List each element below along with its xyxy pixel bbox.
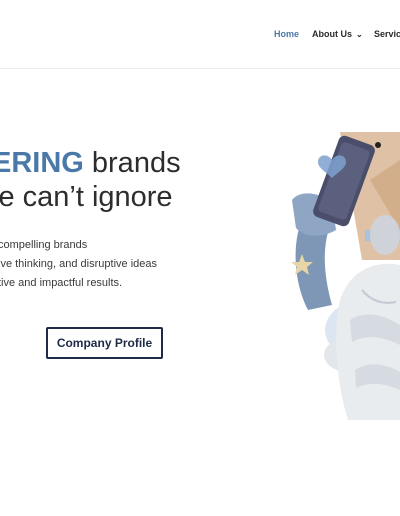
headline-line1-rest: brands	[83, 147, 181, 179]
nav-item-services[interactable]: Services	[374, 29, 400, 39]
hero-headline: ERING brands le can’t ignore	[0, 146, 181, 214]
nav-item-about-us[interactable]: About Us ⌄	[312, 29, 363, 39]
nav-item-label: Services	[374, 29, 400, 39]
subtext-line: ive thinking, and disruptive ideas	[0, 258, 157, 270]
headline-line-2: le can’t ignore	[0, 181, 173, 213]
nav-item-home[interactable]: Home	[274, 29, 299, 39]
hero-illustration: #	[291, 132, 400, 420]
company-profile-button[interactable]: Company Profile	[46, 327, 163, 359]
nav-item-label: About Us	[312, 29, 352, 39]
top-navigation: Home About Us ⌄ Services	[0, 0, 400, 69]
subtext-line: compelling brands	[0, 239, 88, 251]
headline-highlight: ERING	[0, 147, 84, 179]
hero-subtext: compelling brands ive thinking, and disr…	[0, 236, 157, 293]
nav-item-label: Home	[274, 29, 300, 39]
subtext-line: tive and impactful results.	[0, 277, 123, 289]
headline-line-1: ERING brands	[0, 147, 181, 179]
chevron-down-icon: ⌄	[356, 30, 363, 39]
